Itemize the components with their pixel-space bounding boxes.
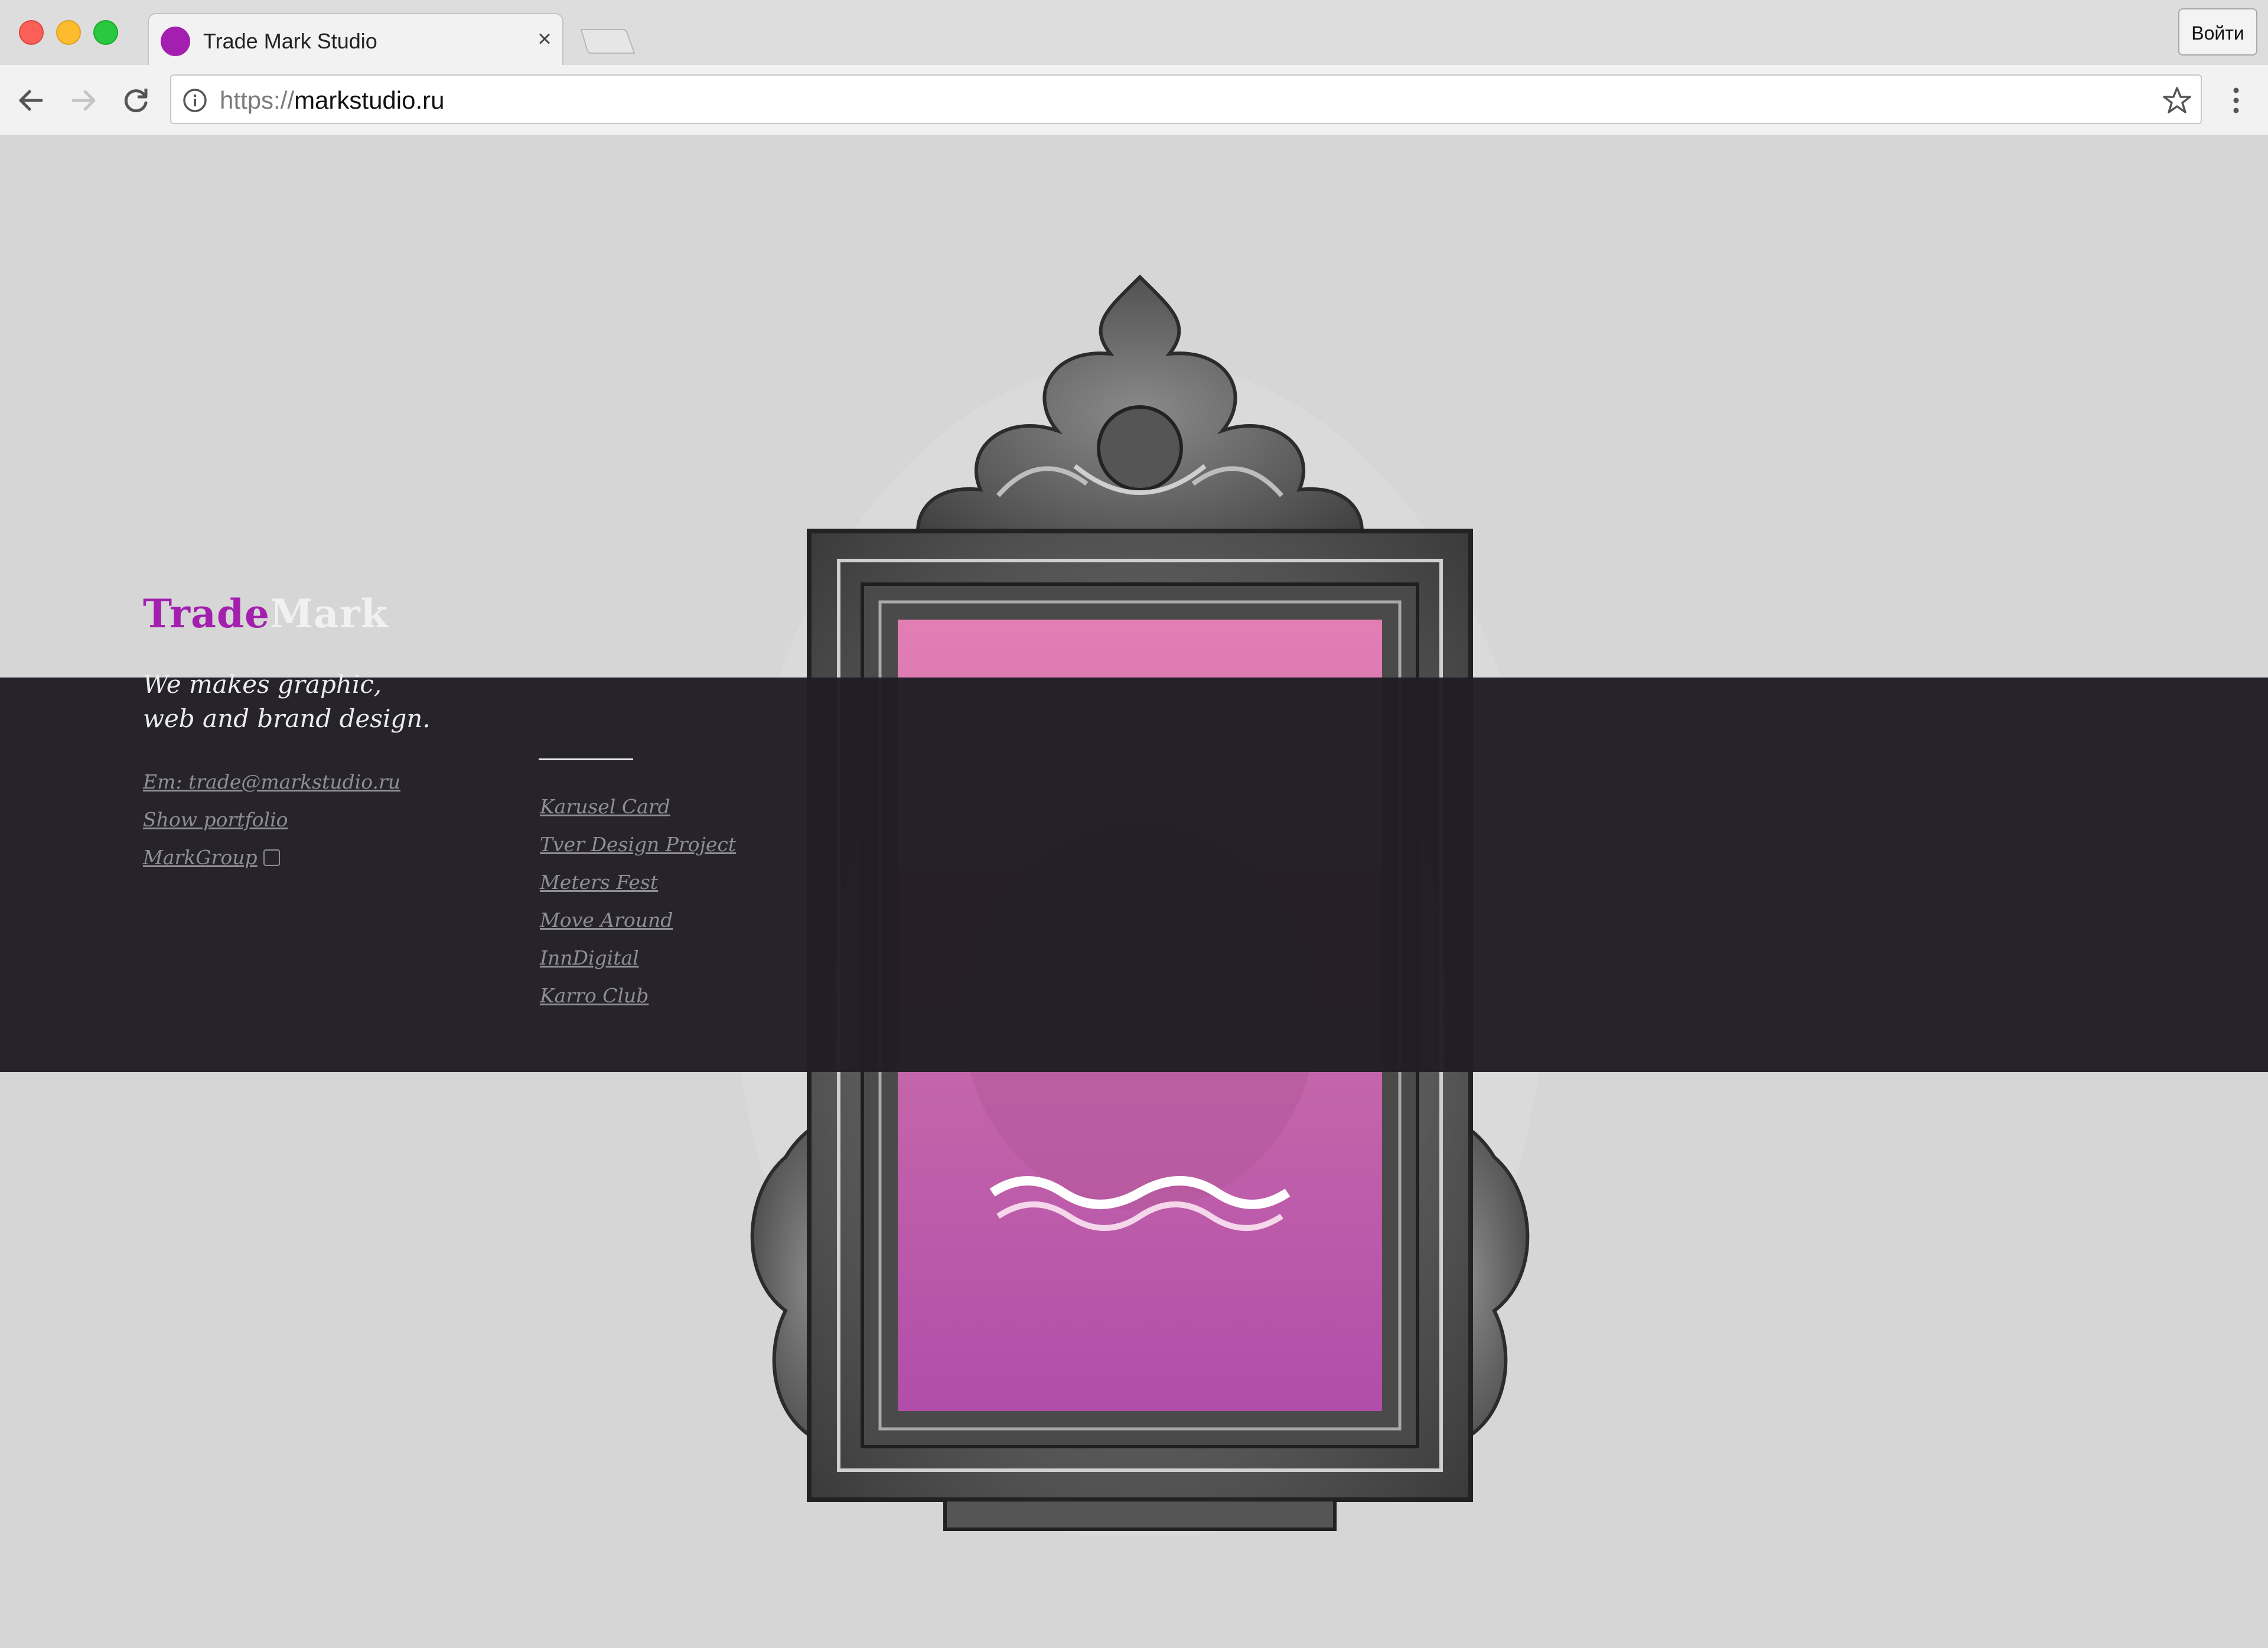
browser-chrome: Trade Mark Studio × Войти https://markst…: [0, 0, 2268, 136]
maximize-window-button[interactable]: [93, 20, 118, 45]
logo-mark: Mark: [270, 591, 389, 637]
close-window-button[interactable]: [19, 20, 44, 45]
back-arrow-icon[interactable]: [13, 83, 48, 118]
browser-toolbar: https://markstudio.ru: [0, 65, 2268, 135]
markgroup-link[interactable]: MarkGroup: [143, 839, 400, 877]
info-icon[interactable]: [182, 87, 208, 113]
bookmark-star-icon[interactable]: [2162, 85, 2192, 116]
page-viewport: [0, 135, 2268, 1648]
url-text[interactable]: https://markstudio.ru: [220, 86, 444, 115]
tab-title: Trade Mark Studio: [203, 29, 377, 53]
signin-button[interactable]: Войти: [2178, 8, 2257, 56]
tagline-line-2: web and brand design.: [143, 704, 431, 733]
project-link-karusel-card[interactable]: Karusel Card: [540, 788, 736, 826]
project-link-move-around[interactable]: Move Around: [540, 901, 736, 939]
project-link-tver-design-project[interactable]: Tver Design Project: [540, 826, 736, 864]
favicon-icon: [161, 27, 190, 56]
url-host: markstudio.ru: [294, 86, 445, 114]
forward-arrow-icon[interactable]: [66, 83, 102, 118]
site-logo[interactable]: TradeMark: [143, 591, 388, 637]
new-tab-button[interactable]: [579, 27, 636, 56]
project-link-karro-club[interactable]: Karro Club: [540, 977, 736, 1015]
tab-strip: Trade Mark Studio × Войти: [0, 0, 2268, 67]
info-links: Em: trade@markstudio.ru Show portfolio M…: [143, 763, 400, 877]
minimize-window-button[interactable]: [56, 20, 81, 45]
tagline: We makes graphic, web and brand design.: [143, 667, 431, 736]
project-link-inndigital[interactable]: InnDigital: [540, 939, 736, 977]
external-link-icon: [263, 849, 280, 866]
logo-trade: Trade: [143, 591, 270, 637]
address-bar[interactable]: https://markstudio.ru: [170, 74, 2202, 124]
tagline-line-1: We makes graphic,: [143, 670, 382, 699]
projects-list: Karusel Card Tver Design Project Meters …: [540, 788, 736, 1015]
menu-divider: [539, 758, 633, 760]
more-menu-icon[interactable]: [2218, 83, 2254, 118]
url-scheme: https://: [220, 86, 295, 114]
email-link[interactable]: Em: trade@markstudio.ru: [143, 763, 400, 801]
tab-close-icon[interactable]: ×: [532, 26, 558, 52]
project-link-meters-fest[interactable]: Meters Fest: [540, 864, 736, 901]
reload-icon[interactable]: [118, 83, 154, 118]
markgroup-label: MarkGroup: [143, 846, 258, 869]
show-portfolio-link[interactable]: Show portfolio: [143, 801, 400, 839]
